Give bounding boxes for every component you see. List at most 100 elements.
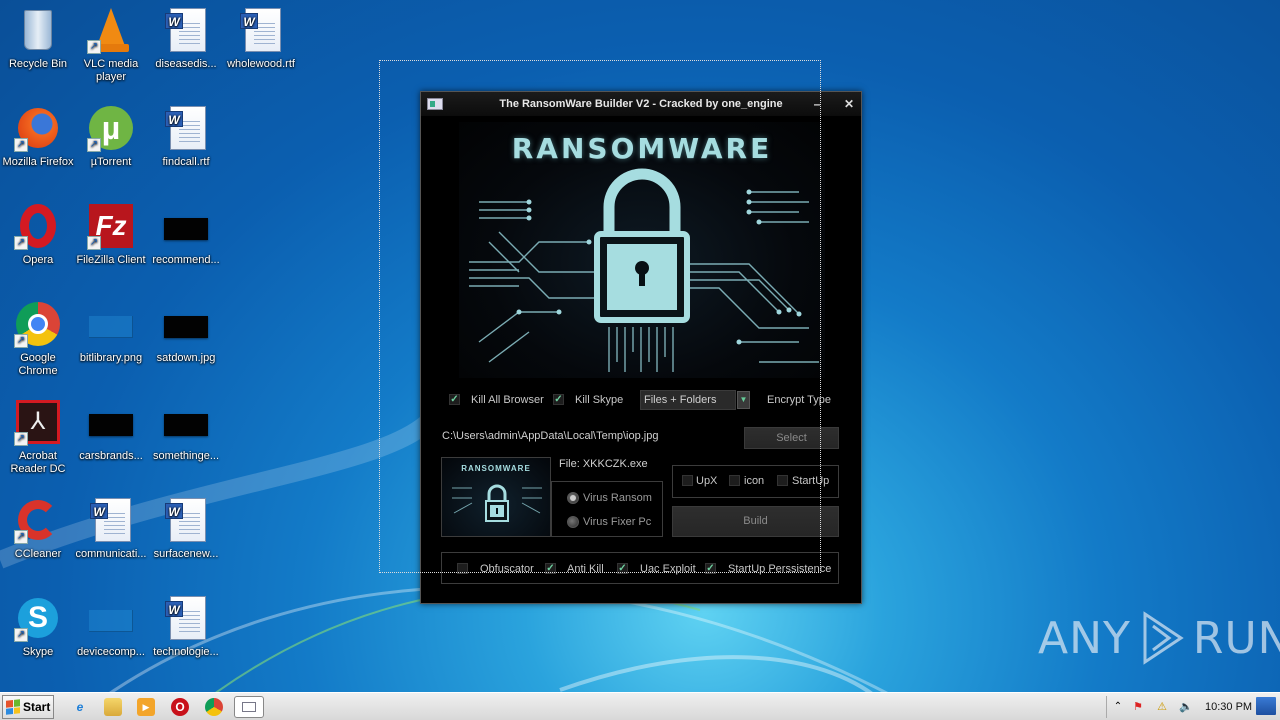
word-doc-icon: W: [87, 496, 135, 544]
desktop-icon-label: Mozilla Firefox: [2, 156, 74, 168]
ransomware-banner-image: RANSOMWARE: [459, 122, 825, 378]
desktop-icon[interactable]: Wsurfacenew...: [148, 496, 224, 561]
start-button[interactable]: Start: [2, 695, 54, 719]
desktop-icon[interactable]: carsbrands...: [73, 398, 149, 463]
recycle-bin-icon: [14, 6, 62, 54]
image-thumbnail-icon: [87, 398, 135, 446]
desktop-icon[interactable]: ↗ Mozilla Firefox: [0, 104, 76, 169]
upx-label: UpX: [696, 475, 718, 487]
shortcut-arrow-icon: ↗: [14, 236, 28, 250]
window-title: The RansomWare Builder V2 - Cracked by o…: [499, 98, 783, 110]
kill-all-browser-label: Kill All Browser: [471, 394, 544, 406]
network-warning-icon[interactable]: ⚠: [1153, 697, 1171, 715]
image-thumbnail-icon: [87, 594, 135, 642]
app-icon: [427, 98, 443, 110]
kill-all-browser-checkbox[interactable]: ✓: [449, 394, 460, 405]
desktop-icon[interactable]: Wwholewood.rtf: [223, 6, 299, 71]
virus-ransom-label: Virus Ransom: [583, 492, 652, 504]
desktop-icon[interactable]: ↗ Google Chrome: [0, 300, 76, 378]
desktop-icon[interactable]: Fz ↗ FileZilla Client: [73, 202, 149, 267]
uac-exploit-checkbox[interactable]: ✓: [617, 563, 628, 574]
icon-label: icon: [744, 475, 765, 487]
desktop-icon[interactable]: ↗ VLC media player: [73, 6, 149, 84]
ransomware-builder-window: The RansomWare Builder V2 - Cracked by o…: [420, 91, 862, 604]
build-button[interactable]: Build: [672, 506, 839, 537]
desktop-icon[interactable]: satdown.jpg: [148, 300, 224, 365]
virus-ransom-radio[interactable]: [567, 492, 579, 504]
desktop-icon-label: FileZilla Client: [76, 254, 146, 266]
desktop-icon-label: Opera: [22, 254, 54, 266]
desktop-icon[interactable]: Wfindcall.rtf: [148, 104, 224, 169]
opera-icon[interactable]: O: [171, 698, 189, 716]
desktop-icon-label: Skype: [22, 646, 54, 658]
word-doc-icon: W: [162, 6, 210, 54]
windows-logo-icon: [6, 699, 20, 715]
shortcut-arrow-icon: ↗: [14, 138, 28, 152]
icon-checkbox[interactable]: [729, 475, 740, 486]
uac-exploit-label: Uac Exploit: [640, 563, 696, 575]
padlock-icon: [452, 484, 542, 522]
volume-icon[interactable]: 🔈: [1177, 697, 1195, 715]
desktop-icon[interactable]: devicecomp...: [73, 594, 149, 659]
show-desktop-button[interactable]: [1256, 697, 1276, 715]
firefox-icon: ↗: [14, 104, 62, 152]
watermark-right-text: RUN: [1192, 612, 1280, 664]
filezilla-icon: Fz ↗: [87, 202, 135, 250]
dropdown-arrow-icon[interactable]: ▼: [737, 391, 750, 409]
desktop-icon[interactable]: Wdiseasedis...: [148, 6, 224, 71]
minimize-button[interactable]: –: [809, 96, 825, 112]
padlock-circuit-icon: [469, 168, 819, 372]
action-center-flag-icon[interactable]: ⚑: [1129, 697, 1147, 715]
desktop-icon[interactable]: ⅄ ↗ Acrobat Reader DC: [0, 398, 76, 476]
desktop-icon[interactable]: Wtechnologie...: [148, 594, 224, 659]
explorer-icon[interactable]: [104, 698, 122, 716]
skype-icon: S ↗: [14, 594, 62, 642]
desktop-icon[interactable]: Recycle Bin: [0, 6, 76, 71]
desktop-icon[interactable]: ↗ CCleaner: [0, 496, 76, 561]
show-hidden-icons-button[interactable]: ⌃: [1109, 697, 1127, 715]
media-player-icon[interactable]: ▶: [137, 698, 155, 716]
desktop-icon[interactable]: bitlibrary.png: [73, 300, 149, 365]
desktop-icon-label: Acrobat Reader DC: [10, 450, 66, 475]
desktop-icon-label: findcall.rtf: [162, 156, 210, 168]
desktop-icon-label: technologie...: [153, 646, 219, 658]
virus-fixer-pc-radio[interactable]: [567, 516, 579, 528]
desktop-icon[interactable]: µ ↗ µTorrent: [73, 104, 149, 169]
desktop-icon-label: µTorrent: [90, 156, 132, 168]
desktop-icon-label: somethinge...: [152, 450, 220, 462]
chrome-icon[interactable]: [205, 698, 223, 716]
title-bar[interactable]: The RansomWare Builder V2 - Cracked by o…: [421, 92, 861, 116]
image-thumbnail-icon: [162, 300, 210, 348]
start-label: Start: [23, 700, 51, 714]
internet-explorer-icon[interactable]: e: [71, 698, 89, 716]
desktop-icon[interactable]: S ↗ Skype: [0, 594, 76, 659]
obfuscator-checkbox[interactable]: [457, 563, 468, 574]
encrypt-type-label: Encrypt Type: [767, 394, 831, 406]
icon-preview-image: RANSOMWARE: [441, 457, 551, 537]
clock[interactable]: 10:30 PM: [1205, 701, 1252, 713]
desktop-icon[interactable]: somethinge...: [148, 398, 224, 463]
startup-checkbox[interactable]: [777, 475, 788, 486]
ccleaner-icon: ↗: [14, 496, 62, 544]
startup-persistence-checkbox[interactable]: ✓: [705, 563, 716, 574]
build-options-group: UpX icon StartUp: [672, 465, 839, 498]
encrypt-type-select[interactable]: Files + Folders: [640, 390, 736, 410]
desktop-icon[interactable]: ↗ Opera: [0, 202, 76, 267]
ransomware-builder-taskbar-button[interactable]: [234, 696, 264, 718]
desktop-icon[interactable]: Wcommunicati...: [73, 496, 149, 561]
close-button[interactable]: ✕: [841, 96, 857, 112]
desktop-icon-label: carsbrands...: [79, 450, 143, 462]
word-doc-icon: W: [162, 496, 210, 544]
desktop-icon-label: CCleaner: [14, 548, 62, 560]
select-button[interactable]: Select: [744, 427, 839, 449]
kill-skype-checkbox[interactable]: ✓: [553, 394, 564, 405]
word-doc-icon: W: [162, 594, 210, 642]
desktop-icon-label: wholewood.rtf: [227, 58, 295, 70]
shortcut-arrow-icon: ↗: [87, 40, 101, 54]
desktop-icon[interactable]: recommend...: [148, 202, 224, 267]
upx-checkbox[interactable]: [682, 475, 693, 486]
anti-kill-checkbox[interactable]: ✓: [545, 563, 556, 574]
opera-icon: ↗: [14, 202, 62, 250]
vlc-icon: ↗: [87, 6, 135, 54]
shortcut-arrow-icon: ↗: [87, 236, 101, 250]
